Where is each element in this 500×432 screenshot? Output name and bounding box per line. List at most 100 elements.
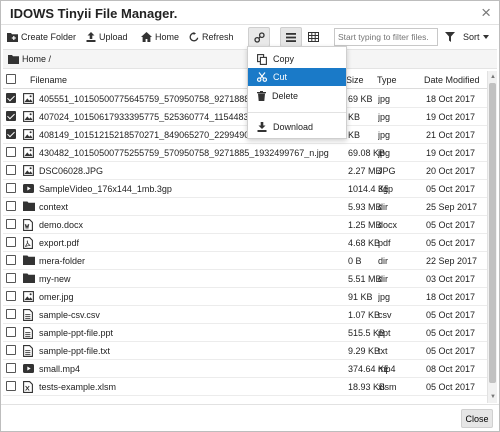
file-name[interactable]: small.mp4 (39, 364, 345, 374)
table-row[interactable]: export.pdf 4.68 KB pdf 05 Oct 2017 (3, 234, 487, 252)
file-date: 20 Oct 2017 (426, 166, 476, 176)
file-type: jpg (378, 94, 391, 104)
table-row[interactable]: 405551_10150500775645759_570950758_92718… (3, 90, 487, 108)
file-name[interactable]: sample-csv.csv (39, 310, 345, 320)
header-date[interactable]: Date Modified (424, 75, 480, 85)
file-name[interactable]: tests-example.xlsm (39, 382, 345, 392)
row-checkbox[interactable] (6, 129, 16, 139)
scrollbar-thumb[interactable] (489, 83, 496, 383)
actions-menu-button[interactable] (248, 27, 270, 47)
table-row[interactable]: DSC06028.JPG 2.27 MB JPG 20 Oct 2017 (3, 162, 487, 180)
header-filename[interactable]: Filename (30, 75, 67, 85)
file-date: 21 Oct 2017 (426, 130, 476, 140)
row-checkbox[interactable] (6, 201, 16, 211)
row-checkbox[interactable] (6, 219, 16, 229)
folder-icon (23, 273, 35, 285)
filter-button[interactable] (442, 27, 458, 47)
row-checkbox[interactable] (6, 345, 16, 355)
table-row[interactable]: 407024_10150617933395775_525360774_11544… (3, 108, 487, 126)
image-icon (23, 111, 35, 123)
header-size[interactable]: Size (346, 75, 364, 85)
table-row[interactable]: mera-folder 0 Bdir 22 Sep 2017 (3, 252, 487, 270)
row-checkbox[interactable] (6, 381, 16, 391)
file-type: JPG (378, 166, 396, 176)
file-type: jpg (378, 130, 391, 140)
table-row[interactable]: small.mp4 374.64 KB mp4 08 Oct 2017 (3, 360, 487, 378)
breadcrumb-home-link[interactable]: Home / (22, 54, 51, 64)
sort-label: Sort (463, 32, 480, 42)
file-name[interactable]: demo.docx (39, 220, 345, 230)
file-name[interactable]: context (39, 202, 345, 212)
row-checkbox[interactable] (6, 291, 16, 301)
dialog-footer: Close (1, 404, 499, 431)
file-name[interactable]: omer.jpg (39, 292, 345, 302)
file-date: 22 Sep 2017 (426, 256, 478, 266)
header-type[interactable]: Type (377, 75, 397, 85)
row-checkbox[interactable] (6, 273, 16, 283)
menu-cut-label: Cut (273, 72, 288, 82)
file-name[interactable]: SampleVideo_176x144_1mb.3gp (39, 184, 345, 194)
file-name[interactable]: sample-ppt-file.ppt (39, 328, 345, 338)
table-row[interactable]: sample-ppt-file.ppt 515.5 KB ppt 05 Oct 201… (3, 324, 487, 342)
create-folder-button[interactable]: Create Folder (7, 27, 76, 47)
row-checkbox[interactable] (6, 327, 16, 337)
sort-button[interactable]: Sort (463, 27, 489, 47)
text-file-icon (23, 309, 35, 321)
scroll-down-icon[interactable]: ▼ (489, 393, 497, 401)
row-checkbox[interactable] (6, 363, 16, 373)
refresh-label: Refresh (202, 32, 234, 42)
select-all-checkbox[interactable] (6, 74, 16, 84)
table-row[interactable]: demo.docx 1.25 MB docx 05 Oct 2017 (3, 216, 487, 234)
file-type: jpg (378, 292, 391, 302)
row-checkbox[interactable] (6, 237, 16, 247)
row-checkbox[interactable] (6, 255, 16, 265)
row-checkbox[interactable] (6, 165, 16, 175)
table-row[interactable]: SampleVideo_176x144_1mb.3gp 1014.4 KB 3gp 0… (3, 180, 487, 198)
menu-item-delete[interactable]: Delete (248, 87, 346, 105)
file-type: dir (378, 274, 389, 284)
create-folder-label: Create Folder (21, 32, 77, 42)
upload-button[interactable]: Upload (86, 27, 128, 47)
file-date: 05 Oct 2017 (426, 220, 476, 230)
file-date: 05 Oct 2017 (426, 310, 476, 320)
file-name[interactable]: 430482_10150500775255759_570950758_92718… (39, 148, 345, 158)
menu-item-download[interactable]: Download (248, 118, 346, 136)
table-row[interactable]: tests-example.xlsm 18.93 KB xlsm 05 Oct 201… (3, 378, 487, 396)
file-date: 05 Oct 2017 (426, 184, 476, 194)
list-view-button[interactable] (280, 27, 302, 47)
list-view-icon (286, 32, 296, 42)
excel-file-icon (23, 381, 35, 393)
row-checkbox[interactable] (6, 183, 16, 193)
menu-item-cut[interactable]: Cut (248, 68, 346, 86)
row-checkbox[interactable] (6, 309, 16, 319)
file-name[interactable]: my-new (39, 274, 345, 284)
row-checkbox[interactable] (6, 147, 16, 157)
grid-view-icon (307, 32, 319, 42)
table-row[interactable]: context 5.93 MB dir 25 Sep 2017 (3, 198, 487, 216)
grid-view-button[interactable] (302, 27, 324, 47)
file-date: 18 Oct 2017 (426, 292, 476, 302)
menu-item-copy[interactable]: Copy (248, 50, 346, 68)
row-checkbox[interactable] (6, 111, 16, 121)
table-row[interactable]: 408149_10151215218570271_849065270_22994… (3, 126, 487, 144)
image-icon (23, 93, 35, 105)
refresh-button[interactable]: Refresh (189, 27, 234, 47)
file-name[interactable]: mera-folder (39, 256, 345, 266)
image-icon (23, 165, 35, 177)
scroll-up-icon[interactable]: ▲ (489, 73, 497, 81)
file-name[interactable]: sample-ppt-file.txt (39, 346, 345, 356)
table-row[interactable]: sample-ppt-file.txt 9.29 KB txt 05 Oct 2017 (3, 342, 487, 360)
file-date: 08 Oct 2017 (426, 364, 476, 374)
table-row[interactable]: omer.jpg 91 KB jpg 18 Oct 2017 (3, 288, 487, 306)
vertical-scrollbar[interactable]: ▲ ▼ (487, 71, 497, 403)
file-name[interactable]: DSC06028.JPG (39, 166, 345, 176)
row-checkbox[interactable] (6, 93, 16, 103)
close-icon[interactable]: × (481, 4, 491, 21)
home-button[interactable]: Home (141, 27, 179, 47)
close-button[interactable]: Close (461, 409, 493, 428)
table-row[interactable]: sample-csv.csv 1.07 KB csv 05 Oct 2017 (3, 306, 487, 324)
file-name[interactable]: export.pdf (39, 238, 345, 248)
filter-input[interactable] (334, 28, 438, 46)
table-row[interactable]: my-new 5.51 MB dir 03 Oct 2017 (3, 270, 487, 288)
table-row[interactable]: 430482_10150500775255759_570950758_92718… (3, 144, 487, 162)
